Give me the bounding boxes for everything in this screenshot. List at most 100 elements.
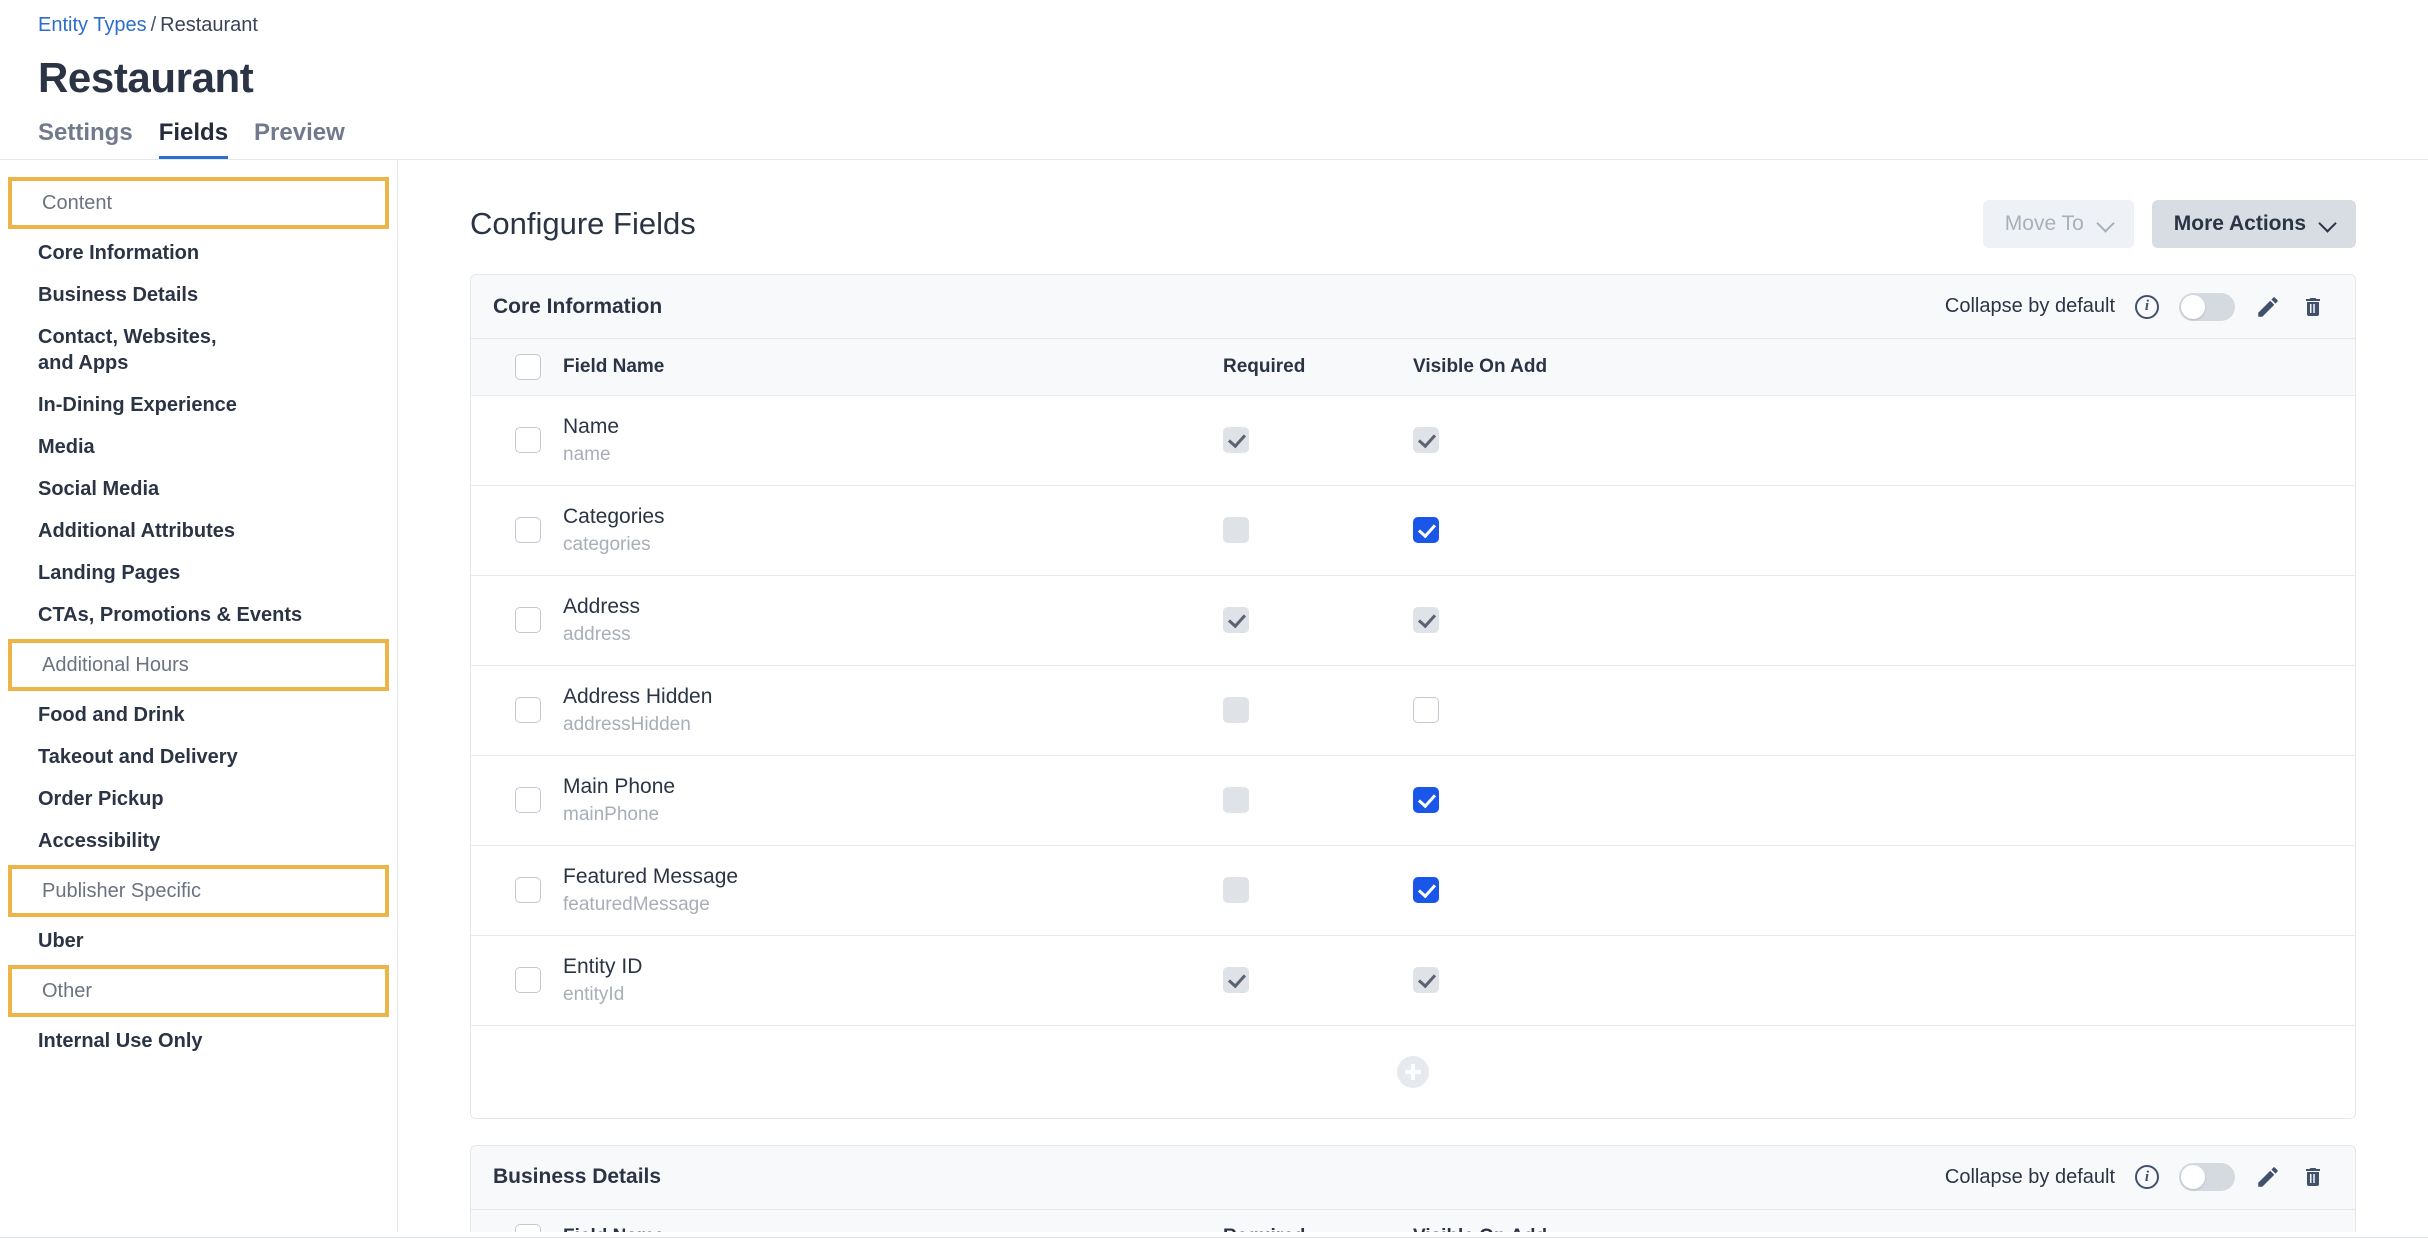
row-select-cell	[471, 845, 563, 936]
row-select-checkbox[interactable]	[515, 877, 541, 903]
sidebar-item-accessibility[interactable]: Accessibility	[0, 820, 397, 862]
card-header-controls: Collapse by default i	[1945, 1163, 2325, 1191]
collapse-by-default-label: Collapse by default	[1944, 295, 2115, 317]
required-cell	[1223, 935, 1413, 1026]
field-name-cell: Name name	[563, 395, 1223, 486]
required-checkbox	[1223, 427, 1249, 453]
main-header: Configure Fields Move To More Actions	[470, 160, 2356, 248]
required-cell	[1223, 665, 1413, 756]
breadcrumb-separator: /	[150, 14, 157, 36]
trash-icon[interactable]	[2301, 294, 2325, 320]
info-icon[interactable]: i	[2135, 1165, 2159, 1189]
required-checkbox	[1223, 787, 1249, 813]
sidebar: Content Core Information Business Detail…	[0, 160, 398, 1232]
row-select-cell	[471, 665, 563, 756]
field-name-cell: Main Phone mainPhone	[563, 755, 1223, 846]
sidebar-item-internal-use-only[interactable]: Internal Use Only	[0, 1020, 397, 1062]
visible-on-add-checkbox[interactable]	[1413, 517, 1439, 543]
sidebar-group-publisher-specific[interactable]: Publisher Specific	[8, 865, 389, 917]
tab-bar: Settings Fields Preview	[38, 119, 2428, 160]
sidebar-item-landing-pages[interactable]: Landing Pages	[0, 552, 397, 594]
move-to-button[interactable]: Move To	[1982, 200, 2134, 248]
visible-on-add-cell	[1413, 755, 2355, 846]
breadcrumb-link-entity-types[interactable]: Entity Types	[38, 14, 147, 36]
tab-settings[interactable]: Settings	[38, 119, 133, 160]
sidebar-item-social-media[interactable]: Social Media	[0, 468, 397, 510]
visible-on-add-checkbox[interactable]	[1413, 697, 1439, 723]
sidebar-item-takeout-and-delivery[interactable]: Takeout and Delivery	[0, 736, 397, 778]
row-select-checkbox[interactable]	[515, 607, 541, 633]
sidebar-item-food-and-drink[interactable]: Food and Drink	[0, 694, 397, 736]
sidebar-item-uber[interactable]: Uber	[0, 920, 397, 962]
sidebar-item-order-pickup[interactable]: Order Pickup	[0, 778, 397, 820]
field-name-cell: Address Hidden addressHidden	[563, 665, 1223, 756]
required-cell	[1223, 845, 1413, 936]
sidebar-item-core-information[interactable]: Core Information	[0, 232, 397, 274]
row-select-checkbox[interactable]	[515, 967, 541, 993]
table-row: Entity ID entityId	[471, 935, 2355, 1026]
field-name-cell: Address address	[563, 575, 1223, 666]
visible-on-add-cell	[1413, 845, 2355, 936]
visible-on-add-checkbox	[1413, 607, 1439, 633]
row-select-checkbox[interactable]	[515, 517, 541, 543]
column-header-visible-on-add: Visible On Add	[1413, 1209, 2355, 1232]
more-actions-button[interactable]: More Actions	[2151, 200, 2356, 248]
sidebar-item-contact-websites-and-apps[interactable]: Contact, Websites, and Apps	[0, 316, 397, 384]
sidebar-group-other[interactable]: Other	[8, 965, 389, 1017]
required-checkbox	[1223, 877, 1249, 903]
sidebar-item-ctas-promotions-events[interactable]: CTAs, Promotions & Events	[0, 594, 397, 636]
select-all-checkbox[interactable]	[515, 353, 541, 380]
collapse-by-default-label: Collapse by default	[1944, 1165, 2115, 1188]
info-icon[interactable]: i	[2135, 294, 2159, 319]
field-api-name: categories	[563, 533, 651, 555]
breadcrumb-current: Restaurant	[160, 14, 258, 36]
row-select-checkbox[interactable]	[515, 787, 541, 813]
visible-on-add-checkbox[interactable]	[1413, 787, 1439, 813]
column-header-required: Required	[1223, 339, 1413, 396]
table-row: Categories categories	[471, 485, 2355, 576]
table-row: Address address	[471, 575, 2355, 666]
field-label: Featured Message	[563, 864, 739, 888]
field-name-cell: Entity ID entityId	[563, 935, 1223, 1026]
row-select-cell	[471, 935, 563, 1026]
sidebar-item-additional-attributes[interactable]: Additional Attributes	[0, 510, 397, 552]
visible-on-add-checkbox[interactable]	[1413, 877, 1439, 903]
breadcrumb: Entity Types / Restaurant	[38, 0, 2428, 37]
row-select-checkbox[interactable]	[515, 697, 541, 723]
column-header-required: Required	[1223, 1209, 1413, 1232]
visible-on-add-cell	[1413, 395, 2355, 486]
sidebar-item-business-details[interactable]: Business Details	[0, 274, 397, 316]
sidebar-item-media[interactable]: Media	[0, 426, 397, 468]
tab-fields[interactable]: Fields	[158, 119, 229, 160]
chevron-down-icon	[2098, 217, 2112, 231]
page-header: Entity Types / Restaurant Restaurant Setti…	[0, 0, 2428, 160]
select-all-checkbox[interactable]	[515, 1224, 541, 1232]
field-label: Main Phone	[563, 774, 676, 798]
pencil-icon[interactable]	[2255, 294, 2281, 320]
table-row: Main Phone mainPhone	[471, 755, 2355, 846]
collapse-by-default-toggle[interactable]	[2179, 1163, 2235, 1191]
header-action-group: Move To More Actions	[1982, 200, 2356, 248]
visible-on-add-checkbox	[1413, 967, 1439, 993]
card-title: Business Details	[493, 1165, 662, 1188]
field-label: Name	[563, 414, 620, 438]
sidebar-group-additional-hours[interactable]: Additional Hours	[8, 639, 389, 691]
plus-icon[interactable]	[1397, 1055, 1429, 1088]
sidebar-item-in-dining-experience[interactable]: In-Dining Experience	[0, 384, 397, 426]
required-checkbox	[1223, 517, 1249, 543]
row-select-checkbox[interactable]	[515, 427, 541, 453]
sidebar-group-content[interactable]: Content	[8, 177, 389, 229]
move-to-label: Move To	[2004, 212, 2084, 235]
required-cell	[1223, 395, 1413, 486]
trash-icon[interactable]	[2301, 1164, 2325, 1190]
chevron-down-icon	[2320, 217, 2334, 231]
table-header-row: Field Name Required Visible On Add	[471, 339, 2355, 396]
required-checkbox	[1223, 697, 1249, 723]
pencil-icon[interactable]	[2255, 1164, 2281, 1190]
field-api-name: entityId	[563, 983, 625, 1005]
field-label: Categories	[563, 504, 665, 528]
collapse-by-default-toggle[interactable]	[2179, 292, 2235, 321]
field-api-name: addressHidden	[563, 713, 691, 735]
tab-preview[interactable]: Preview	[254, 119, 345, 160]
page-section-title: Configure Fields	[470, 206, 696, 241]
